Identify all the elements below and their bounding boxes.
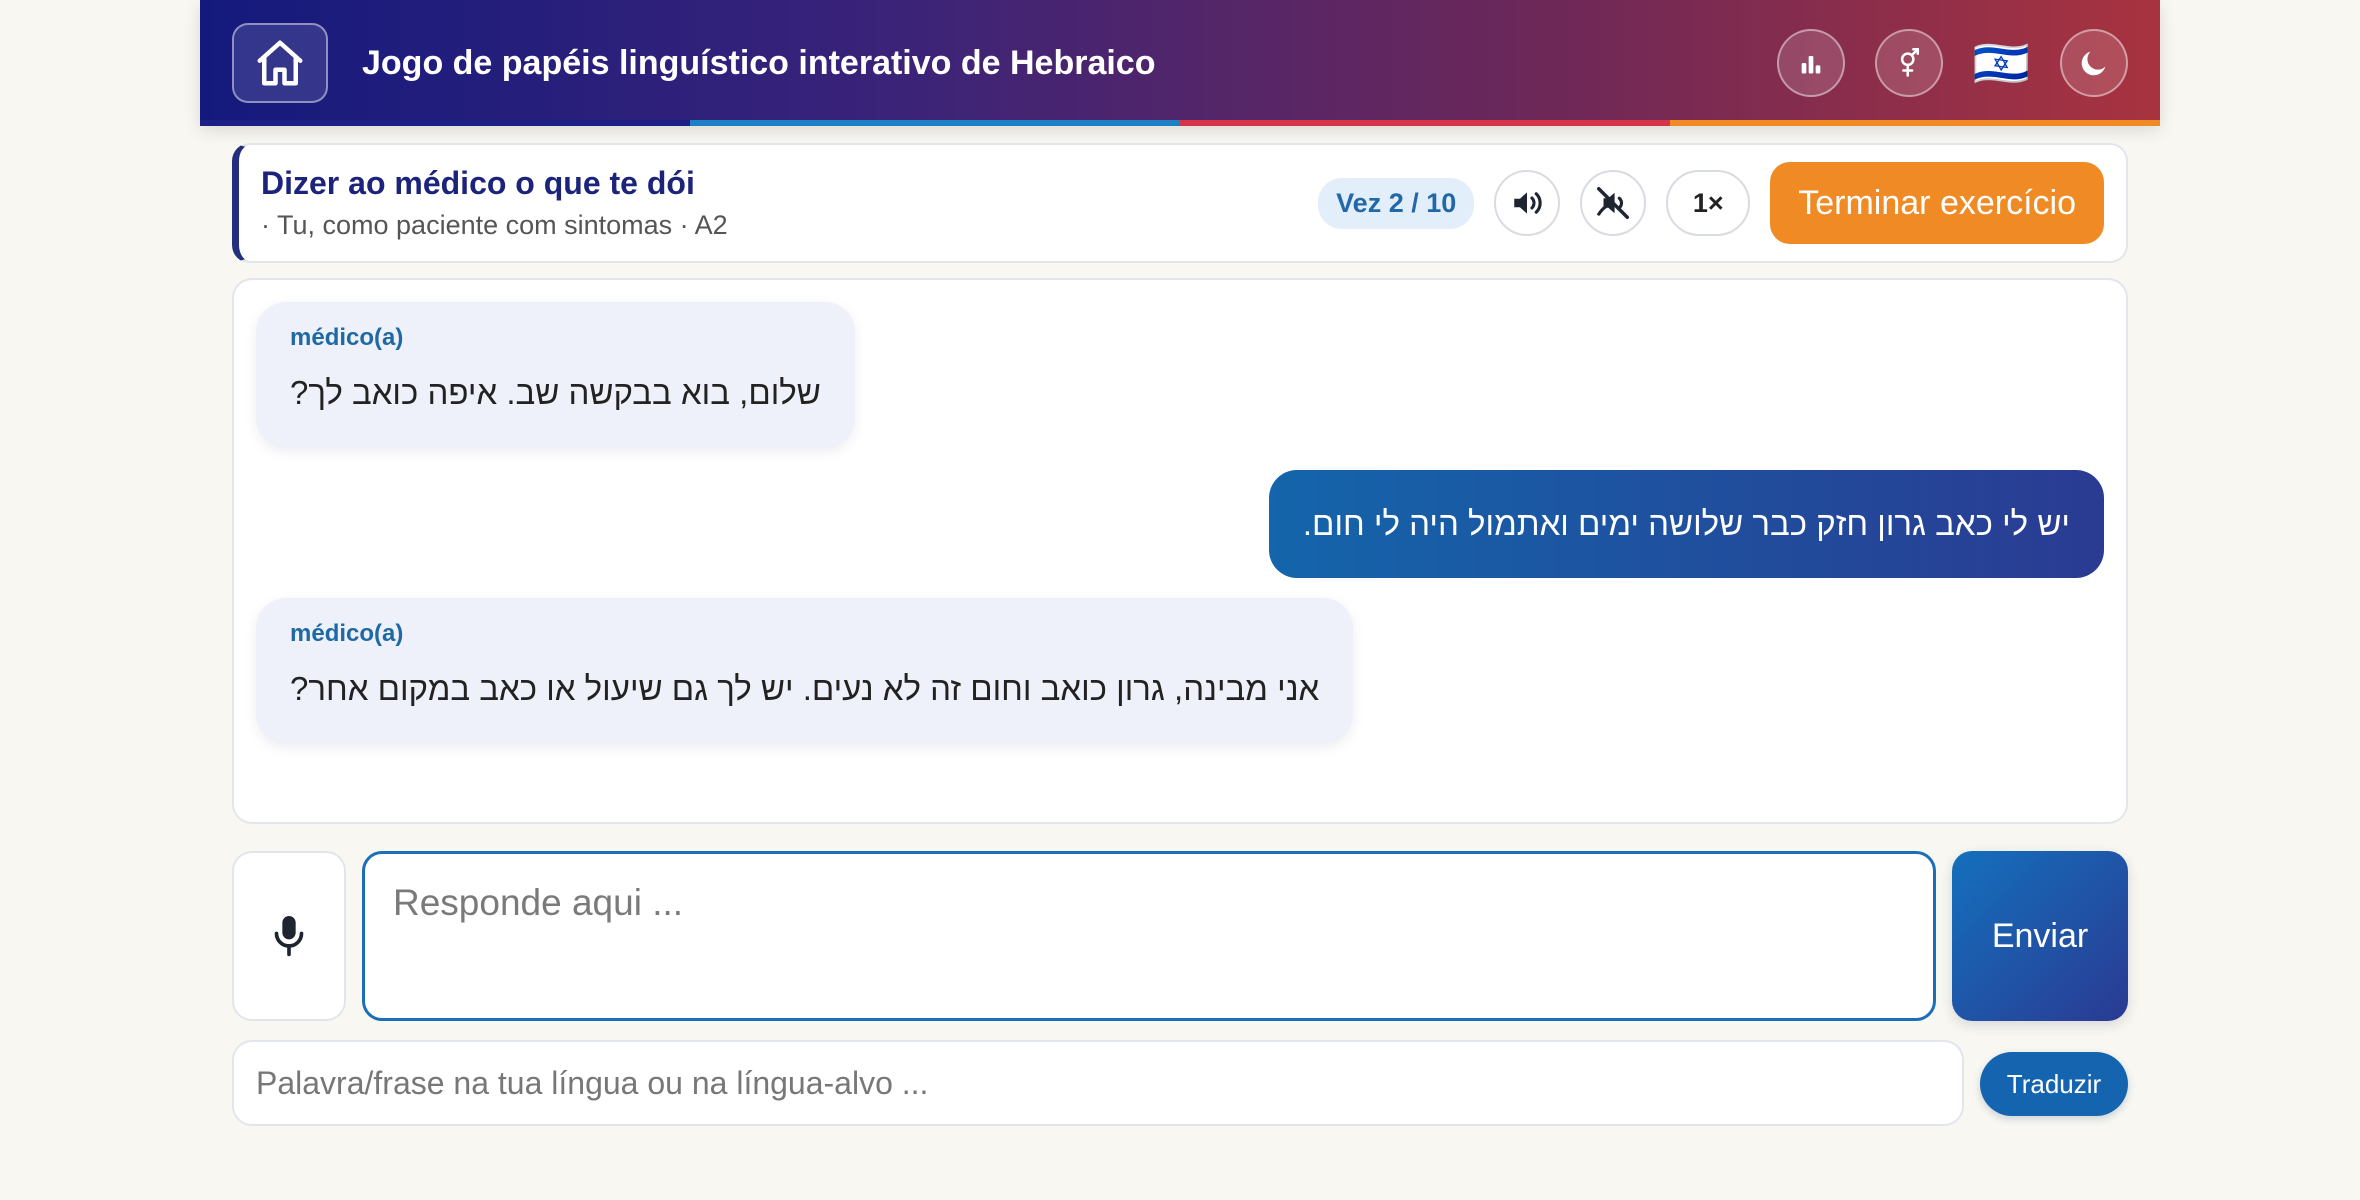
home-icon (257, 40, 303, 86)
exercise-bar: Dizer ao médico o que te dói · Tu, como … (232, 143, 2128, 263)
partner-message: médico(a) שלום, בוא בבקשה שב. איפה כואב … (256, 302, 855, 448)
header-color-stripe (200, 120, 2160, 126)
theme-toggle-button[interactable] (2060, 29, 2128, 97)
turn-counter-badge: Vez 2 / 10 (1318, 177, 1475, 229)
gender-icon (1900, 48, 1919, 77)
app-header: Jogo de papéis linguístico interativo de… (200, 0, 2160, 126)
message-role-label: médico(a) (290, 620, 404, 647)
exercise-controls: Vez 2 / 10 1× Terminar exercício (1318, 162, 2104, 244)
reply-input[interactable] (362, 851, 1936, 1021)
app-window: Jogo de papéis linguístico interativo de… (200, 0, 2160, 1126)
message-text: שלום, בוא בבקשה שב. איפה כואב לך? (290, 374, 821, 411)
moon-icon (2081, 51, 2106, 76)
exercise-info: Dizer ao médico o que te dói · Tu, como … (261, 165, 728, 241)
gender-button[interactable] (1874, 29, 1943, 97)
message-text: אני מבינה, גרון כואב וחום זה לא נעים. יש… (290, 670, 1320, 707)
bar-chart-icon (1801, 56, 1821, 74)
partner-message: médico(a) אני מבינה, גרון כואב וחום זה ל… (256, 598, 1354, 744)
app-title: Jogo de papéis linguístico interativo de… (362, 43, 1156, 82)
audio-button[interactable] (1494, 170, 1561, 236)
translate-button[interactable]: Traduzir (1980, 1052, 2128, 1116)
message-role-label: médico(a) (290, 324, 404, 351)
chat-panel: médico(a) שלום, בוא בבקשה שב. איפה כואב … (232, 278, 2128, 824)
playback-speed-button[interactable]: 1× (1666, 170, 1751, 236)
user-message: יש לי כאב גרון חזק כבר שלושה ימים ואתמול… (1268, 470, 2104, 578)
home-button[interactable] (232, 23, 328, 103)
language-flag[interactable]: 🇮🇱 (1973, 40, 2030, 86)
header-actions: 🇮🇱 (1776, 29, 2128, 97)
microphone-icon (274, 916, 304, 957)
exercise-title: Dizer ao médico o que te dói (261, 165, 695, 201)
translate-input[interactable] (232, 1040, 1964, 1126)
stats-button[interactable] (1776, 29, 1845, 97)
exercise-subtitle: · Tu, como paciente com sintomas · A2 (261, 210, 728, 240)
speaker-icon (1514, 192, 1542, 214)
voice-mute-button[interactable] (1580, 170, 1647, 236)
mute-speaker-icon (1597, 187, 1630, 219)
send-button[interactable]: Enviar (1952, 851, 2128, 1021)
microphone-button[interactable] (232, 851, 346, 1021)
finish-exercise-button[interactable]: Terminar exercício (1770, 162, 2104, 244)
